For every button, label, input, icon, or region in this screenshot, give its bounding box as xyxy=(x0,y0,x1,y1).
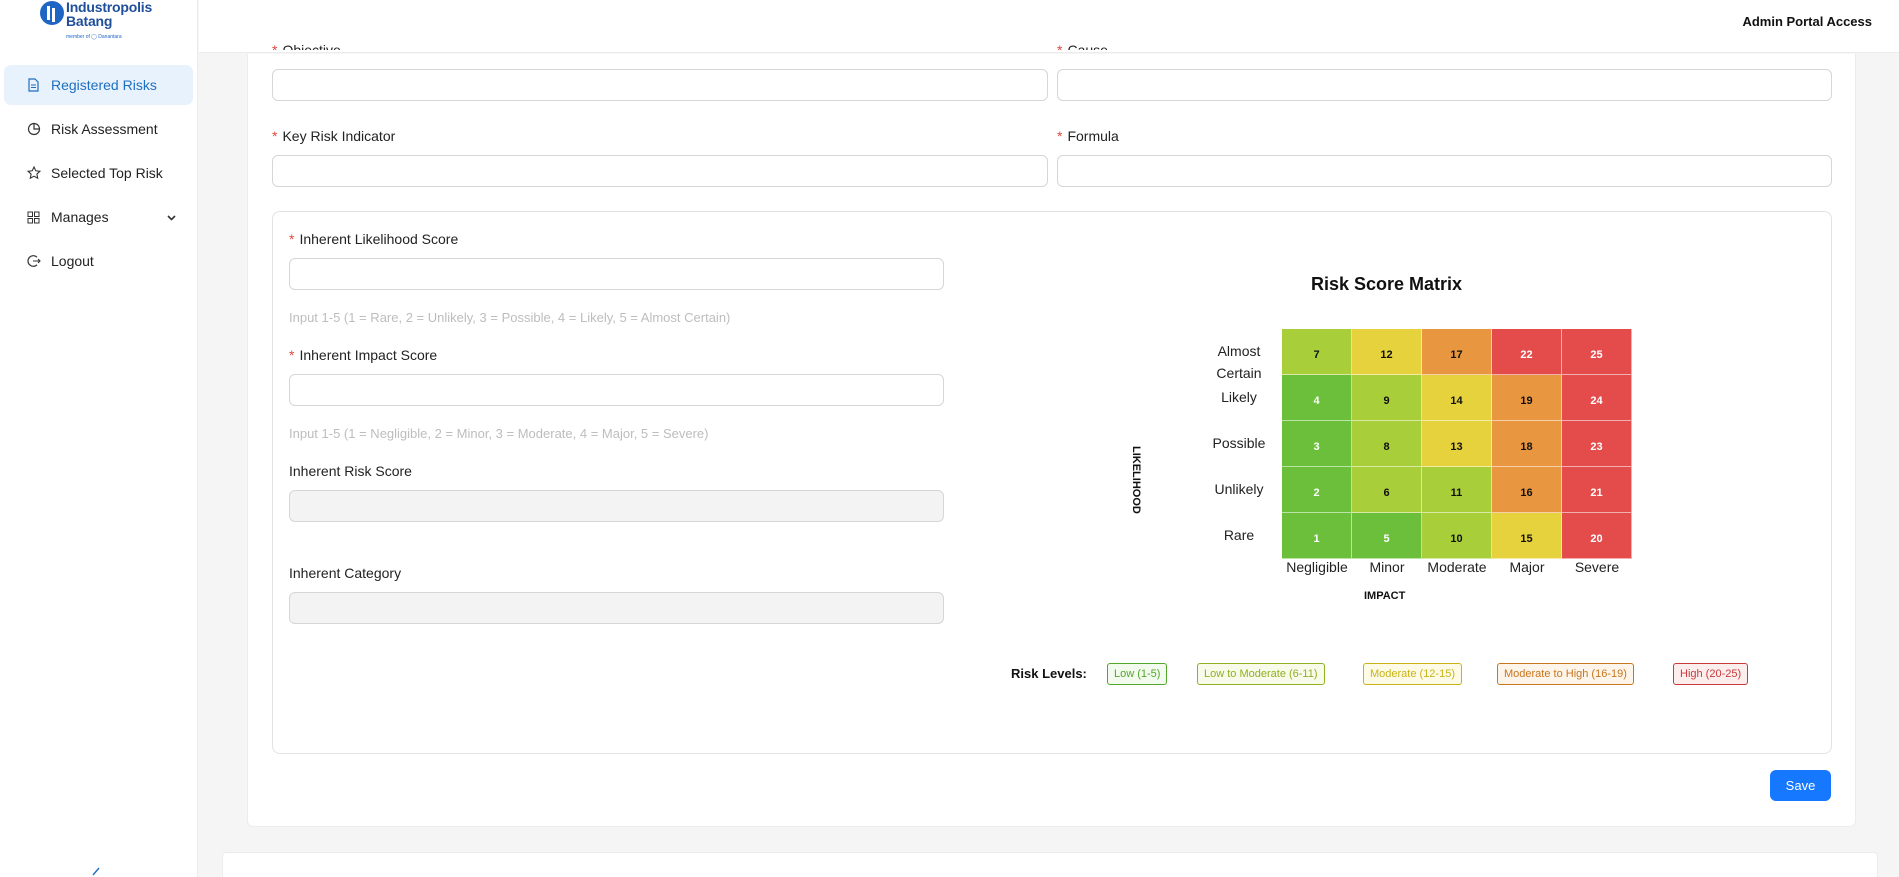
impact-score-label: * Inherent Impact Score xyxy=(289,347,438,363)
matrix-cell: 9 xyxy=(1352,375,1422,421)
legend-badge-high: High (20-25) xyxy=(1673,663,1749,685)
matrix-cell: 17 xyxy=(1422,329,1492,375)
sidebar-item-label: Risk Assessment xyxy=(51,121,158,137)
matrix-cell: 22 xyxy=(1492,329,1562,375)
sidebar-item-label: Manages xyxy=(51,209,109,225)
matrix-cell: 2 xyxy=(1282,467,1352,513)
impact-level-label: Major xyxy=(1509,559,1545,575)
impact-hint: Input 1-5 (1 = Negligible, 2 = Minor, 3 … xyxy=(289,426,709,441)
formula-input[interactable] xyxy=(1057,155,1832,187)
matrix-cell: 6 xyxy=(1352,467,1422,513)
likelihood-level-label: Rare xyxy=(1223,527,1255,543)
sidebar: Industropolis Batang member of ◯ Dananta… xyxy=(0,0,198,877)
matrix-cell: 8 xyxy=(1352,421,1422,467)
impact-axis-label: IMPACT xyxy=(1364,590,1406,602)
likelihood-level-label: Almost Certain xyxy=(1216,343,1262,381)
brand-name-line1: Industropolis xyxy=(66,0,153,15)
impact-level-label: Minor xyxy=(1369,559,1405,575)
logout-icon xyxy=(26,254,41,269)
sidebar-item-manages[interactable]: Manages xyxy=(4,197,193,237)
sidebar-item-label: Logout xyxy=(51,253,94,269)
matrix-cell: 24 xyxy=(1562,375,1632,421)
category-field xyxy=(289,592,944,624)
matrix-cell: 10 xyxy=(1422,513,1492,559)
matrix-cell: 19 xyxy=(1492,375,1562,421)
sidebar-item-risk-assessment[interactable]: Risk Assessment xyxy=(4,109,193,149)
objective-label: * Objective xyxy=(272,42,341,50)
kri-label: * Key Risk Indicator xyxy=(272,128,396,144)
collapse-sidebar-icon[interactable] xyxy=(90,864,102,876)
save-button[interactable]: Save xyxy=(1770,770,1831,801)
brand-name-line2: Batang xyxy=(66,13,113,29)
matrix-title: Risk Score Matrix xyxy=(1311,274,1463,294)
matrix-cell: 23 xyxy=(1562,421,1632,467)
matrix-cell: 20 xyxy=(1562,513,1632,559)
brand-subtitle: member of ◯ Danantara xyxy=(66,34,122,40)
matrix-cell: 12 xyxy=(1352,329,1422,375)
matrix-cell: 16 xyxy=(1492,467,1562,513)
risk-score-field xyxy=(289,490,944,522)
brand-logo[interactable]: Industropolis Batang member of ◯ Dananta… xyxy=(38,0,168,46)
risk-score-label: Inherent Risk Score xyxy=(289,463,412,479)
likelihood-axis-label: LIKELIHOOD xyxy=(1130,446,1142,514)
kri-input[interactable] xyxy=(272,155,1048,187)
impact-score-input[interactable] xyxy=(289,374,944,406)
legend-badge-moderate: Moderate (12-15) xyxy=(1363,663,1462,685)
matrix-cell: 11 xyxy=(1422,467,1492,513)
matrix-cell: 21 xyxy=(1562,467,1632,513)
legend-badge-low-moderate: Low to Moderate (6-11) xyxy=(1197,663,1325,685)
likelihood-score-input[interactable] xyxy=(289,258,944,290)
formula-label: * Formula xyxy=(1057,128,1119,144)
brand-name: Industropolis Batang xyxy=(66,0,152,28)
legend-badge-low: Low (1-5) xyxy=(1107,663,1168,685)
sidebar-item-label: Selected Top Risk xyxy=(51,165,163,181)
matrix-cell: 7 xyxy=(1282,329,1352,375)
sidebar-item-selected-top-risk[interactable]: Selected Top Risk xyxy=(4,153,193,193)
objective-input[interactable] xyxy=(272,69,1048,101)
impact-level-label: Severe xyxy=(1574,559,1620,575)
legend-badge-moderate-high: Moderate to High (16-19) xyxy=(1497,663,1634,685)
matrix-cell: 14 xyxy=(1422,375,1492,421)
matrix-cell: 18 xyxy=(1492,421,1562,467)
impact-level-label: Negligible xyxy=(1286,559,1348,575)
sidebar-item-registered-risks[interactable]: Registered Risks xyxy=(4,65,193,105)
category-label: Inherent Category xyxy=(289,565,402,581)
matrix-cell: 3 xyxy=(1282,421,1352,467)
likelihood-level-label: Unlikely xyxy=(1214,481,1264,497)
risk-levels-label: Risk Levels: xyxy=(1011,666,1087,681)
risk-score-matrix: 7 12 17 22 25 4 9 14 19 24 3 8 13 18 23 2 6 11 16 21 1 5 10 15 2… xyxy=(1282,329,1632,559)
likelihood-score-label: * Inherent Likelihood Score xyxy=(289,231,459,247)
likelihood-hint: Input 1-5 (1 = Rare, 2 = Unlikely, 3 = P… xyxy=(289,310,731,325)
sidebar-item-logout[interactable]: Logout xyxy=(4,241,193,281)
grid-icon xyxy=(26,210,41,225)
matrix-cell: 25 xyxy=(1562,329,1632,375)
likelihood-level-label: Likely xyxy=(1221,389,1257,405)
cause-label: * Cause xyxy=(1057,42,1108,50)
logo-mark-icon xyxy=(40,1,64,25)
matrix-cell: 4 xyxy=(1282,375,1352,421)
footer-strip xyxy=(222,852,1878,877)
matrix-cell: 13 xyxy=(1422,421,1492,467)
chart-pie-icon xyxy=(26,122,41,137)
sidebar-nav: Registered Risks Risk Assessment Selecte… xyxy=(4,65,193,285)
matrix-cell: 15 xyxy=(1492,513,1562,559)
star-icon xyxy=(26,166,41,181)
cause-input[interactable] xyxy=(1057,69,1832,101)
sidebar-item-label: Registered Risks xyxy=(51,77,157,93)
matrix-cell: 1 xyxy=(1282,513,1352,559)
matrix-cell: 5 xyxy=(1352,513,1422,559)
chevron-down-icon[interactable] xyxy=(166,210,177,226)
file-icon xyxy=(26,78,41,93)
admin-portal-title: Admin Portal Access xyxy=(1742,14,1872,29)
impact-level-label: Moderate xyxy=(1427,559,1487,575)
top-bar: Admin Portal Access xyxy=(199,0,1899,53)
likelihood-level-label: Possible xyxy=(1212,435,1266,451)
